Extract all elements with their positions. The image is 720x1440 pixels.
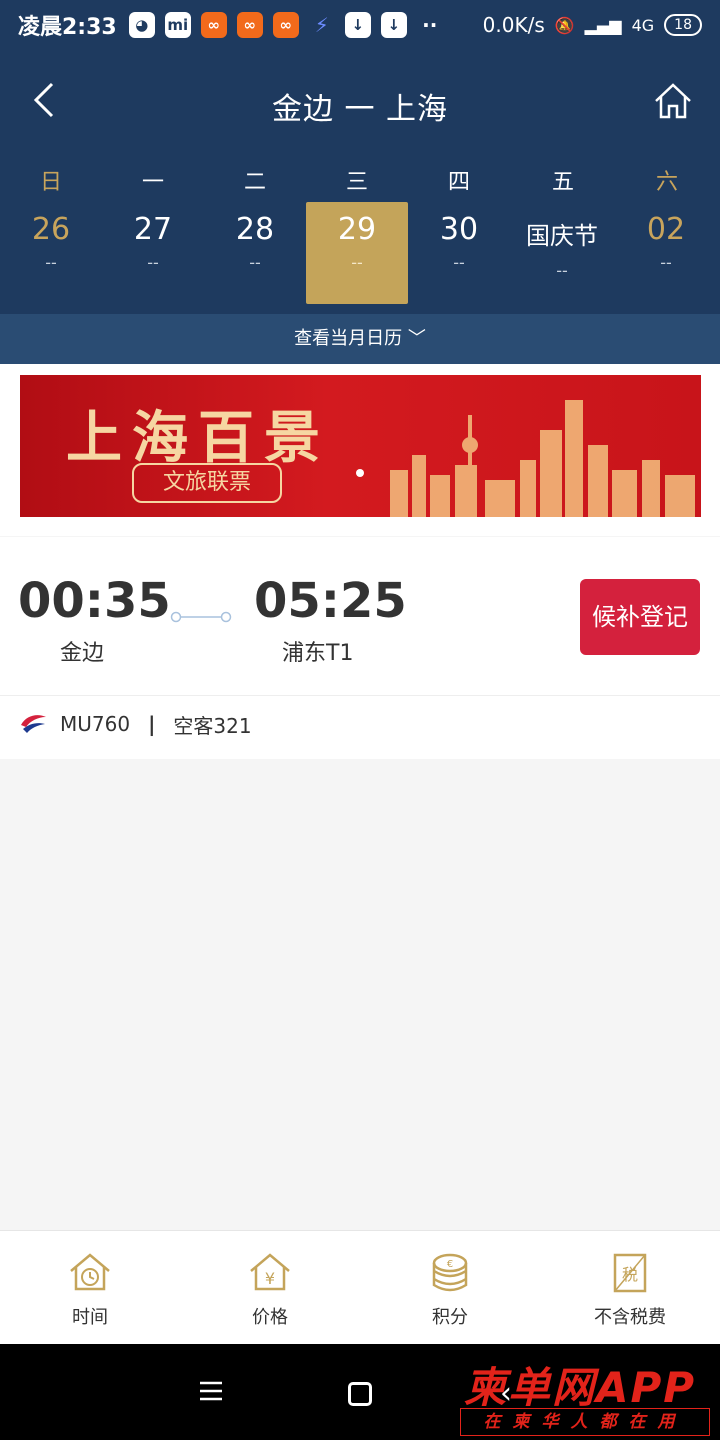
download-icon: ↓ xyxy=(380,12,407,38)
promo-banner[interactable]: 上海百景 文旅联票 xyxy=(20,375,701,517)
date-cell-selected[interactable]: 29 -- xyxy=(306,202,408,304)
app-notification-icon: ∞ xyxy=(236,12,263,38)
tab-label: 时间 xyxy=(72,1307,108,1328)
weekday-label: 二 xyxy=(243,170,266,195)
departure-airport: 金边 xyxy=(60,641,105,666)
weekday-label: 五 xyxy=(551,170,574,195)
network-type: 4G xyxy=(631,15,655,35)
banner-title: 上海百景 xyxy=(66,405,330,471)
app-notification-icon: ∞ xyxy=(200,12,227,38)
weekday-label: 日 xyxy=(39,170,62,195)
date-cell[interactable]: 28 -- xyxy=(204,202,306,304)
date-price: -- xyxy=(351,253,363,272)
route-title: 金边 一 上海 xyxy=(271,92,449,127)
date-price: -- xyxy=(660,253,672,272)
date-price: -- xyxy=(249,253,261,272)
banner-subtitle: 文旅联票 xyxy=(132,463,282,503)
watermark-slogan: 在柬华人都在用 xyxy=(460,1408,710,1436)
home-nav-button[interactable] xyxy=(348,1382,372,1406)
tab-label: 不含税费 xyxy=(594,1307,666,1328)
departure-time: 00:35 xyxy=(18,573,171,629)
flash-icon: ⚡ xyxy=(314,13,329,37)
mute-bell-icon: 🔕 xyxy=(554,15,575,35)
tab-time[interactable]: 时间 xyxy=(0,1251,180,1329)
week-date-selector: 日 一 二 三 四 五 六 26 -- 27 -- 28 -- 29 -- 30… xyxy=(0,154,720,314)
battery-level: 18 xyxy=(664,14,702,36)
tab-label: 积分 xyxy=(432,1307,468,1328)
date-number: 国庆节 xyxy=(526,222,598,250)
status-bar: 凌晨2:33 ◕ mi ∞ ∞ ∞ ⚡ ↓ ↓ ·· 0.0K/s 🔕 ▂▄▆ … xyxy=(0,0,720,50)
weekday-label: 六 xyxy=(655,170,678,195)
date-number: 02 xyxy=(646,212,686,247)
date-number: 26 xyxy=(31,212,71,247)
yuan-house-icon: ¥ xyxy=(250,1253,290,1291)
date-price: -- xyxy=(147,253,159,272)
download-icon: ↓ xyxy=(344,12,371,38)
arrival-time: 05:25 xyxy=(254,573,407,629)
date-number: 30 xyxy=(439,212,479,247)
home-button[interactable] xyxy=(654,82,692,120)
airline-logo-icon xyxy=(21,715,46,733)
date-price: -- xyxy=(45,253,57,272)
svg-text:税: 税 xyxy=(622,1265,638,1284)
clock-house-icon xyxy=(70,1253,110,1291)
menu-icon[interactable] xyxy=(198,1380,224,1402)
aircraft-type: 空客321 xyxy=(173,713,252,738)
flight-card[interactable]: 00:35 金边 05:25 浦东T1 候补登记 MU760 | 空客321 xyxy=(0,537,720,759)
waitlist-button[interactable]: 候补登记 xyxy=(580,579,700,655)
date-cell[interactable]: 30 -- xyxy=(408,202,510,304)
watermark-logo: 柬单网APP xyxy=(464,1363,697,1412)
date-cell[interactable]: 国庆节 -- xyxy=(510,202,614,304)
network-speed: 0.0K/s xyxy=(482,13,545,37)
date-number: 29 xyxy=(337,212,377,247)
tab-points[interactable]: € 积分 xyxy=(360,1251,540,1329)
weekday-label: 一 xyxy=(141,170,164,195)
svg-text:€: € xyxy=(447,1259,453,1270)
separator: | xyxy=(148,712,156,736)
arrival-airport: 浦东T1 xyxy=(282,641,354,666)
view-month-calendar-link[interactable]: 查看当月日历 ﹀ xyxy=(0,314,720,364)
weekday-label: 四 xyxy=(447,170,470,195)
divider xyxy=(0,695,720,696)
shanghai-skyline-illustration xyxy=(390,400,695,517)
date-number: 28 xyxy=(235,212,275,247)
mi-icon: mi xyxy=(164,12,191,38)
tab-price[interactable]: ¥ 价格 xyxy=(180,1251,360,1329)
date-price: -- xyxy=(556,261,568,280)
svg-text:¥: ¥ xyxy=(265,1269,275,1288)
header: 金边 一 上海 xyxy=(0,50,720,154)
more-dots-icon: ·· xyxy=(422,13,438,37)
weekday-label: 三 xyxy=(345,170,368,195)
date-number: 27 xyxy=(133,212,173,247)
route-connector-icon xyxy=(170,611,232,623)
banner-section: 上海百景 文旅联票 xyxy=(0,364,720,536)
date-cell[interactable]: 27 -- xyxy=(102,202,204,304)
flight-number: MU760 xyxy=(60,712,131,736)
tax-receipt-icon: 税 xyxy=(613,1253,647,1293)
sort-tab-bar: 时间 ¥ 价格 € 积分 税 不含税费 xyxy=(0,1230,720,1344)
tab-tax[interactable]: 税 不含税费 xyxy=(540,1251,720,1329)
date-cell[interactable]: 02 -- xyxy=(614,202,718,304)
date-price: -- xyxy=(453,253,465,272)
coins-icon: € xyxy=(432,1253,468,1292)
tab-label: 价格 xyxy=(252,1307,288,1328)
system-nav-bar: ‹ 柬单网APP 在柬华人都在用 xyxy=(0,1344,720,1440)
flight-info: MU760 | 空客321 xyxy=(18,707,252,741)
signal-icon: ▂▄▆ xyxy=(584,15,622,35)
app-notification-icon: ∞ xyxy=(272,12,299,38)
status-time: 凌晨2:33 xyxy=(18,15,117,40)
date-cell[interactable]: 26 -- xyxy=(0,202,102,304)
android-icon: ◕ xyxy=(128,12,155,38)
